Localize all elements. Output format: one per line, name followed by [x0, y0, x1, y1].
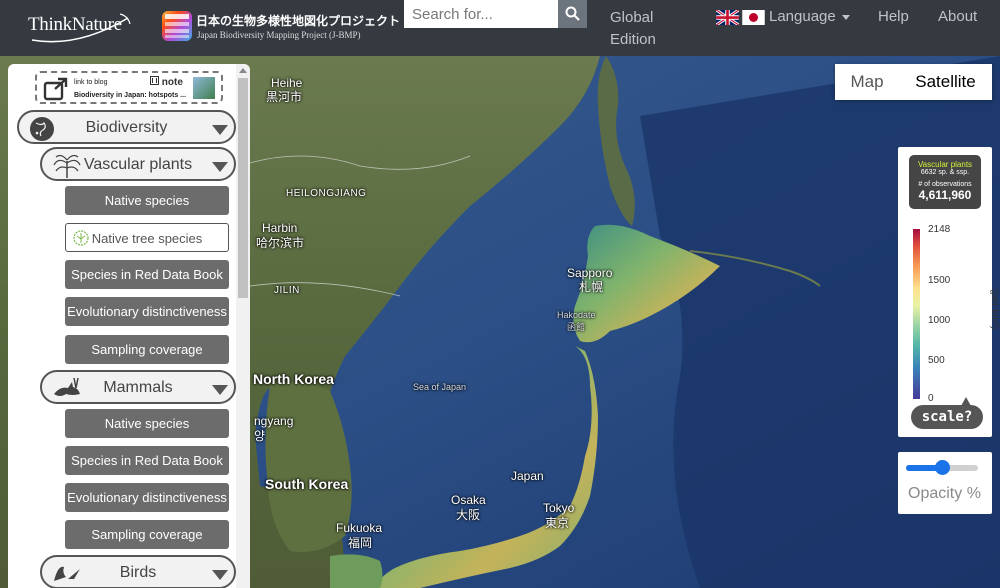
logo-swoosh-icon	[31, 13, 131, 43]
scale-tick-max: 2148	[928, 224, 951, 235]
chevron-down-icon	[212, 162, 228, 172]
opacity-panel: Opacity %	[898, 452, 992, 514]
map-label-hakodate-jp: 函館	[567, 322, 586, 332]
blog-link-title: Biodiversity in Japan: hotspots ...	[74, 92, 187, 99]
chevron-down-icon	[212, 570, 228, 580]
map-type-map-button[interactable]: Map	[835, 64, 899, 100]
japan-flag-icon[interactable]	[742, 10, 765, 25]
opacity-slider-thumb[interactable]	[934, 460, 950, 475]
layer-plants-native-tree-species[interactable]: Native tree species	[65, 223, 229, 252]
map-label-fukuoka: Fukuoka	[336, 521, 383, 535]
layer-sidebar: link to blog note Biodiversity in Japan:…	[8, 64, 250, 588]
category-mammals[interactable]: Mammals	[40, 370, 236, 404]
blog-link-card[interactable]: link to blog note Biodiversity in Japan:…	[35, 71, 223, 104]
map-label-fukuoka-jp: 福岡	[348, 536, 373, 550]
uk-flag-icon[interactable]	[716, 10, 739, 25]
scroll-up-arrow-icon[interactable]	[239, 68, 247, 73]
map-label-osaka: Osaka	[451, 493, 486, 507]
about-link[interactable]: About	[938, 8, 977, 25]
layer-plants-native-tree-species-label: Native tree species	[91, 231, 203, 246]
legend-panel: Vascular plants 6632 sp. & ssp. # of obs…	[898, 147, 1000, 437]
chevron-down-icon	[212, 125, 228, 135]
jbmp-title[interactable]: 日本の生物多様性地図化プロジェクト	[196, 12, 400, 29]
map-label-north-korea: North Korea	[253, 371, 334, 387]
search-input[interactable]	[404, 0, 558, 28]
search-icon	[565, 6, 580, 21]
opacity-slider[interactable]	[906, 460, 978, 475]
language-dropdown[interactable]: Language	[769, 8, 850, 25]
legend-obs-label: # of observations	[918, 181, 972, 188]
map-label-tokyo: Tokyo	[543, 501, 575, 515]
legend-species-count: 6632 sp. & ssp.	[920, 169, 970, 176]
external-link-icon	[43, 77, 68, 101]
scale-tick-500: 500	[928, 355, 945, 366]
jbmp-subtitle: Japan Biodiversity Mapping Project (J-BM…	[197, 30, 361, 40]
top-navbar: ThinkNature 日本の生物多様性地図化プロジェクト Japan Biod…	[0, 0, 1000, 56]
layer-mammals-native-species[interactable]: Native species	[65, 409, 229, 438]
scale-help-button[interactable]: scale?	[911, 397, 983, 429]
note-service-text: note	[161, 77, 183, 88]
layer-mammals-evolutionary-distinctiveness[interactable]: Evolutionary distinctiveness	[65, 483, 229, 512]
category-mammals-label: Mammals	[103, 379, 173, 396]
layer-mammals-red-data-book[interactable]: Species in Red Data Book	[65, 446, 229, 475]
sidebar-scrollbar[interactable]	[236, 64, 250, 588]
category-biodiversity[interactable]: Biodiversity	[17, 110, 236, 144]
language-label: Language	[769, 8, 836, 25]
search-button[interactable]	[558, 0, 587, 28]
category-vascular-plants-label: Vascular plants	[83, 156, 193, 173]
map-label-harbin: Harbin	[262, 221, 298, 235]
category-birds[interactable]: Birds	[40, 555, 236, 588]
legend-obs-value: 4,611,960	[918, 188, 972, 202]
map-label-japan: Japan	[511, 469, 544, 483]
caret-down-icon	[841, 14, 850, 20]
scale-tick-1000: 1000	[928, 315, 951, 326]
blog-thumbnail	[193, 77, 215, 99]
map-label-pyongyang-jp: 양	[254, 429, 266, 443]
layer-mammals-sampling-coverage[interactable]: Sampling coverage	[65, 520, 229, 549]
category-biodiversity-label: Biodiversity	[85, 119, 168, 136]
map-label-heihe-jp: 黒河市	[266, 90, 303, 104]
color-scale-title: Number of vascular plant species (per km…	[989, 288, 1000, 330]
layer-plants-red-data-book[interactable]: Species in Red Data Book	[65, 260, 229, 289]
map-label-sea-of-japan: Sea of Japan	[413, 382, 467, 392]
map-label-south-korea: South Korea	[265, 476, 349, 492]
scrollbar-thumb[interactable]	[238, 78, 248, 298]
category-vascular-plants[interactable]: Vascular plants	[40, 147, 236, 181]
map-label-hakodate: Hakodate	[557, 310, 596, 320]
help-link[interactable]: Help	[878, 8, 909, 25]
map-label-pyongyang: ngyang	[254, 414, 294, 428]
map-label-harbin-jp: 哈尔滨市	[256, 236, 305, 250]
thinknature-logo[interactable]: ThinkNature	[28, 10, 134, 46]
note-logo-icon	[150, 76, 159, 85]
layer-plants-native-species[interactable]: Native species	[65, 186, 229, 215]
jbmp-logo-badge[interactable]	[162, 11, 192, 41]
map-type-control: Map Satellite	[835, 64, 992, 100]
observation-summary: Vascular plants 6632 sp. & ssp. # of obs…	[909, 155, 981, 209]
category-birds-label: Birds	[119, 564, 157, 581]
scale-tick-0: 0	[928, 393, 934, 404]
map-label-tokyo-jp: 東京	[545, 516, 570, 530]
map-label-sapporo-jp: 札幌	[579, 280, 604, 294]
chevron-down-icon	[212, 385, 228, 395]
legend-taxon: Vascular plants	[917, 160, 973, 169]
note-service-label: note	[150, 76, 183, 88]
color-scale-bar	[913, 229, 920, 399]
map-label-heilongjiang: HEILONGJIANG	[286, 188, 367, 199]
blog-link-label: link to blog	[74, 79, 108, 86]
tree-leaf-icon	[73, 230, 89, 246]
global-edition-link[interactable]: Global Edition	[610, 7, 670, 51]
scale-tick-1500: 1500	[928, 275, 951, 286]
map-label-jilin: JILIN	[274, 285, 300, 296]
layer-plants-evolutionary-distinctiveness[interactable]: Evolutionary distinctiveness	[65, 297, 229, 326]
opacity-label: Opacity %	[908, 485, 981, 502]
layer-plants-sampling-coverage[interactable]: Sampling coverage	[65, 335, 229, 364]
map-label-osaka-jp: 大阪	[456, 508, 481, 522]
jbmp-logo-icon	[165, 14, 189, 38]
map-type-satellite-button[interactable]: Satellite	[899, 64, 992, 100]
